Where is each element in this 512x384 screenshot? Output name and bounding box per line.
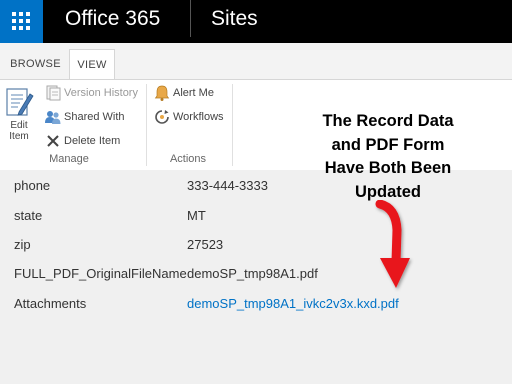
version-history-label: Version History: [64, 87, 138, 99]
field-value-state: MT: [187, 208, 206, 223]
annotation-line: The Record Data: [322, 112, 454, 130]
red-arrow-icon: [375, 200, 410, 288]
app-launcher-waffle-icon[interactable]: [0, 0, 43, 43]
field-value-pdf-filename: demoSP_tmp98A1.pdf: [187, 266, 318, 281]
field-value-zip: 27523: [187, 237, 224, 252]
version-history-icon: [46, 85, 61, 101]
shared-with-people-icon: [45, 111, 61, 124]
suite-bar-divider: [190, 0, 191, 37]
workflows-label: Workflows: [173, 111, 224, 123]
field-value-phone: 333-444-3333: [187, 178, 268, 193]
annotation-callout: The Record Data and PDF Form Have Both B…: [308, 110, 468, 204]
ribbon-group-separator: [146, 84, 147, 166]
edit-item-label: Edit Item: [9, 120, 29, 142]
alert-me-label: Alert Me: [173, 87, 214, 99]
field-label-phone: phone: [14, 178, 51, 193]
actions-group-label: Actions: [169, 153, 207, 165]
annotation-line: Have Both Been: [324, 159, 452, 177]
field-label-state: state: [14, 208, 43, 223]
manage-group-label: Manage: [49, 153, 89, 165]
workflows-icon: [155, 110, 169, 124]
edit-item-button[interactable]: Edit Item: [4, 86, 34, 146]
annotation-line: and PDF Form: [331, 135, 445, 154]
ribbon-group-separator: [232, 84, 233, 166]
field-label-attachments: Attachments: [14, 296, 87, 311]
tab-browse[interactable]: BROWSE: [7, 49, 64, 79]
app-title-sites[interactable]: Sites: [211, 7, 258, 31]
tab-view[interactable]: VIEW: [69, 49, 115, 79]
suite-bar: Office 365 Sites: [0, 0, 512, 43]
edit-item-icon: [6, 88, 34, 116]
shared-with-label: Shared With: [64, 111, 125, 123]
attachment-link[interactable]: demoSP_tmp98A1_ivkc2v3x.kxd.pdf: [187, 296, 399, 311]
brand-office-365[interactable]: Office 365: [65, 7, 160, 31]
field-label-pdf-filename: FULL_PDF_OriginalFileName: [14, 266, 187, 281]
delete-item-label: Delete Item: [64, 135, 121, 147]
field-label-zip: zip: [14, 237, 31, 252]
delete-x-icon: [47, 135, 59, 147]
bell-icon: [154, 85, 170, 101]
